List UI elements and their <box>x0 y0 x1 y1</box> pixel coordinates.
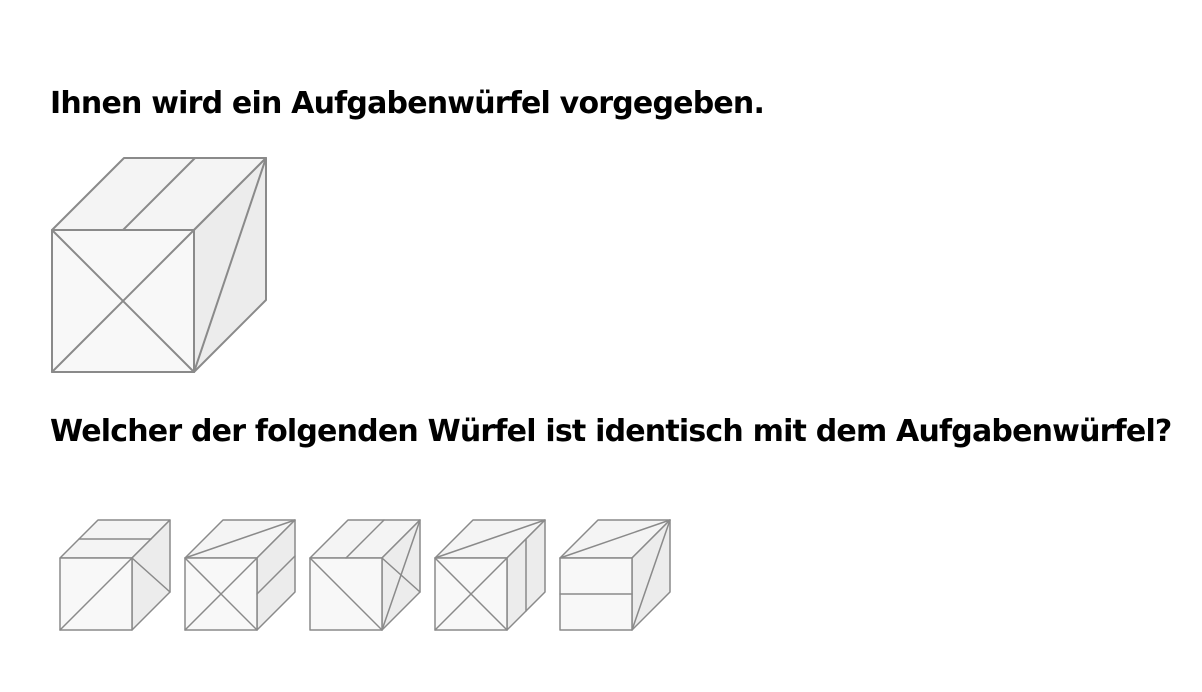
answer-option-cube-2[interactable] <box>183 518 299 634</box>
reference-cube <box>51 157 267 373</box>
task-intro-heading: Ihnen wird ein Aufgabenwürfel vorgegeben… <box>50 86 765 121</box>
answer-option-cube-4[interactable] <box>433 518 549 634</box>
answer-option-cube-5[interactable] <box>558 518 674 634</box>
answer-option-cube-1[interactable] <box>58 518 174 634</box>
question-heading: Welcher der folgenden Würfel ist identis… <box>50 414 1172 449</box>
answer-option-cube-3[interactable] <box>308 518 424 634</box>
